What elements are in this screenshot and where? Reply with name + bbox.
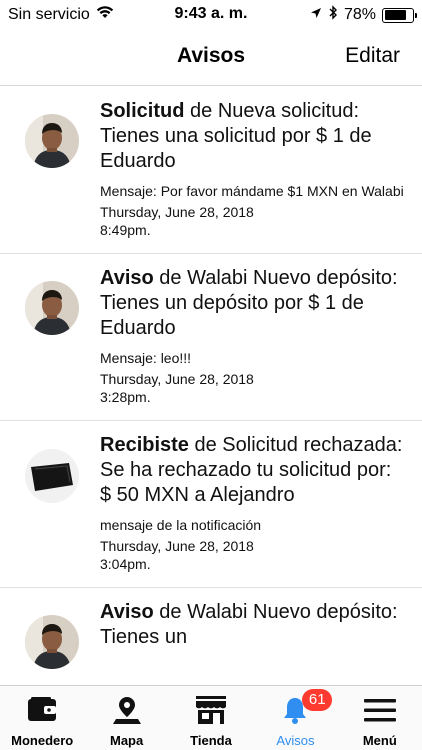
hamburger-menu-icon (363, 695, 397, 725)
notification-message: Mensaje: Por favor mándame $1 MXN en Wal… (100, 183, 404, 199)
map-pin-icon (110, 695, 144, 725)
notification-title: Aviso de Walabi Nuevo depósito: Tienes u… (100, 600, 404, 650)
wallet-icon (25, 695, 59, 725)
status-right: 78% (310, 5, 417, 25)
notification-message: Mensaje: leo!!! (100, 350, 192, 366)
wallet-avatar (25, 449, 79, 503)
notification-item[interactable]: Aviso de Walabi Nuevo depósito: Tienes u… (0, 254, 422, 421)
navigation-bar: Avisos Editar (0, 30, 422, 86)
tab-label: Monedero (11, 733, 74, 748)
person-avatar (25, 114, 79, 168)
edit-button[interactable]: Editar (345, 44, 400, 68)
notification-count-badge: 61 (302, 689, 333, 711)
tab-label: Mapa (109, 733, 144, 748)
tab-label: Avisos (276, 733, 315, 748)
notification-item[interactable]: Aviso de Walabi Nuevo depósito: Tienes u… (0, 588, 422, 669)
notification-title: Aviso de Walabi Nuevo depósito: Tienes u… (100, 266, 404, 341)
tab-bell[interactable]: 61 Avisos (253, 686, 337, 750)
tab-label: Tienda (190, 733, 232, 748)
notification-item[interactable]: Recibiste de Solicitud rechazada: Se ha … (0, 421, 422, 588)
notification-type: Solicitud (100, 100, 185, 122)
status-bar: Sin servicio 9:43 a. m. 78% (0, 0, 422, 30)
tab-bar: Monedero Mapa Tienda 61 Avisos Menú (0, 685, 422, 750)
tab-hamburger-menu[interactable]: Menú (338, 686, 422, 750)
notification-date: Thursday, June 28, 2018 (100, 204, 254, 220)
notification-time: 3:04pm. (100, 556, 151, 572)
notification-date: Thursday, June 28, 2018 (100, 371, 254, 387)
notification-type: Aviso (100, 267, 154, 289)
notification-title: Recibiste de Solicitud rechazada: Se ha … (100, 433, 404, 508)
store-icon (194, 695, 228, 725)
notification-title: Solicitud de Nueva solicitud: Tienes una… (100, 99, 404, 174)
battery-level-fill (384, 10, 406, 20)
battery-icon (382, 7, 417, 23)
notification-time: 8:49pm. (100, 222, 151, 238)
bluetooth-icon (328, 5, 338, 25)
notification-type: Recibiste (100, 434, 189, 456)
notification-item[interactable]: Solicitud de Nueva solicitud: Tienes una… (0, 87, 422, 254)
tab-store[interactable]: Tienda (169, 686, 253, 750)
person-avatar (25, 615, 79, 669)
notification-type: Aviso (100, 601, 154, 623)
tab-label: Menú (362, 733, 397, 748)
notification-message: mensaje de la notificación (100, 517, 262, 533)
notification-date: Thursday, June 28, 2018 (100, 538, 254, 554)
person-avatar (25, 281, 79, 335)
tab-map-pin[interactable]: Mapa (84, 686, 168, 750)
notification-time: 3:28pm. (100, 389, 151, 405)
tab-wallet[interactable]: Monedero (0, 686, 84, 750)
location-arrow-icon (310, 6, 322, 24)
notifications-list[interactable]: Solicitud de Nueva solicitud: Tienes una… (0, 87, 422, 685)
battery-percent: 78% (343, 6, 376, 23)
